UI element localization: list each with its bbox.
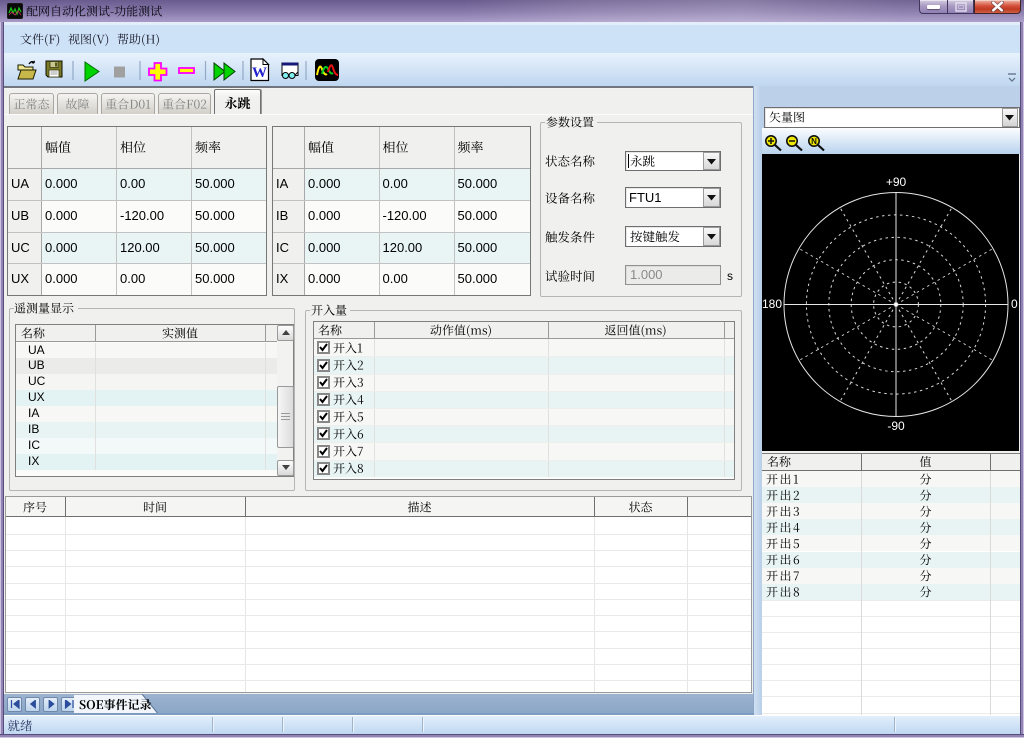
svg-text:N: N <box>811 137 817 146</box>
svg-text:W: W <box>252 65 267 81</box>
